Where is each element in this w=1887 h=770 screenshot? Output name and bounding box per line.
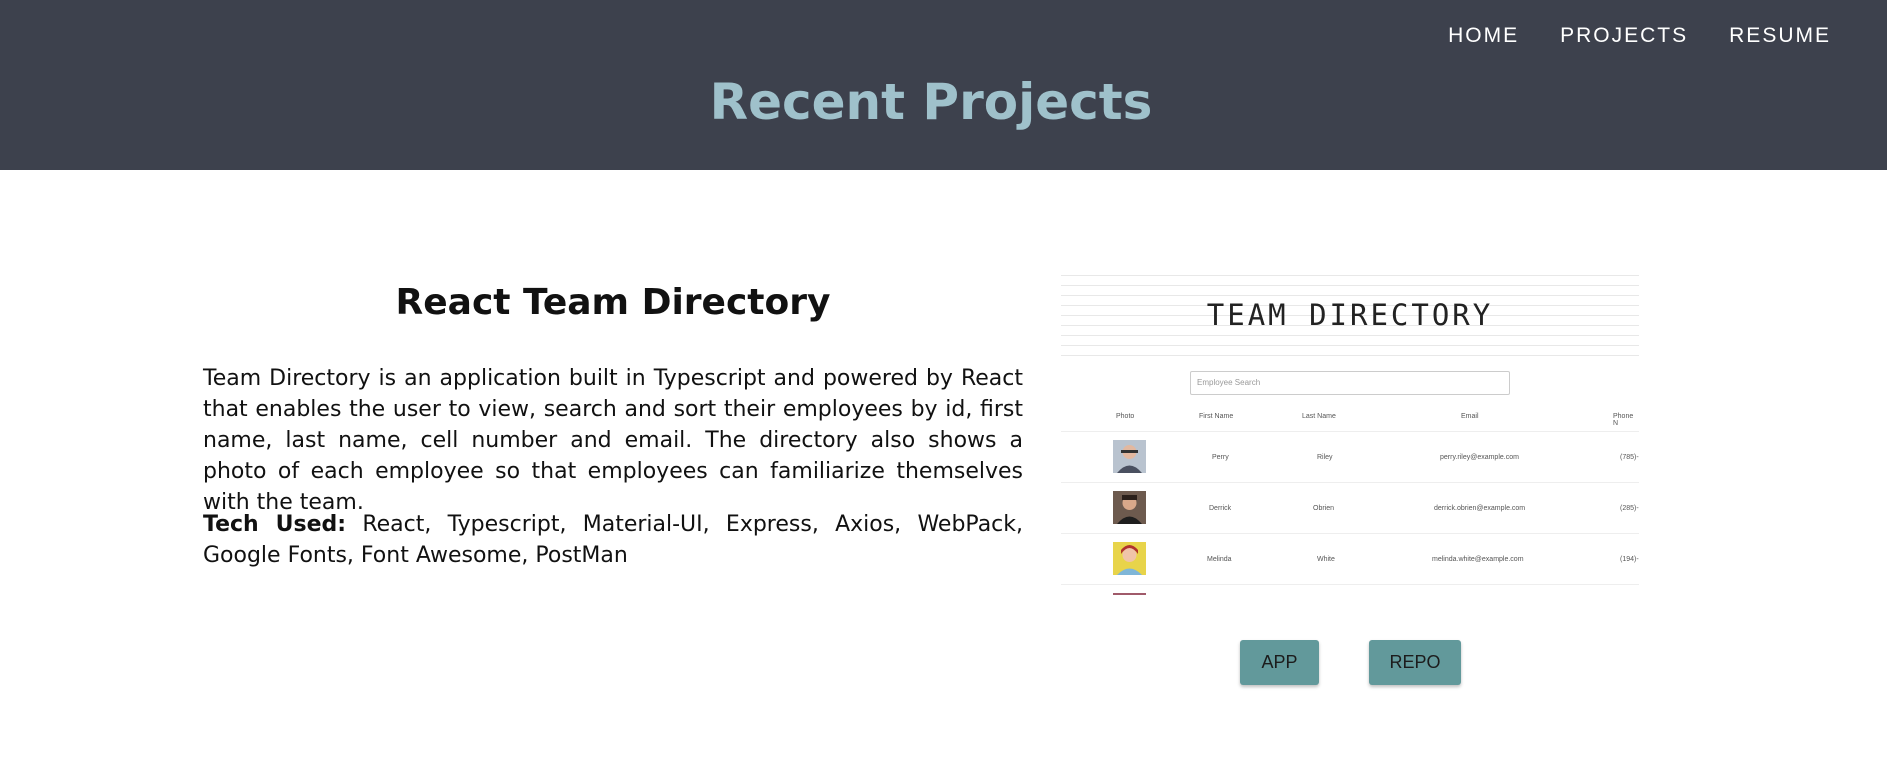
screenshot-row: Derrick Obrien derrick.obrien@example.co… xyxy=(1061,482,1639,534)
screenshot-row: Melinda White melinda.white@example.com … xyxy=(1061,533,1639,585)
repo-button[interactable]: REPO xyxy=(1369,640,1461,685)
tech-used-label: Tech Used: xyxy=(203,512,347,537)
screenshot-title: TEAM DIRECTORY xyxy=(1206,298,1494,332)
row-first-name: Melinda xyxy=(1207,556,1232,563)
screenshot-col-last-name: Last Name xyxy=(1302,413,1336,420)
employee-photo xyxy=(1113,491,1146,524)
project-screenshot: TEAM DIRECTORY Employee Search Photo Fir… xyxy=(1061,275,1639,595)
project-title: React Team Directory xyxy=(395,282,831,323)
app-button[interactable]: APP xyxy=(1240,640,1319,685)
row-last-name: Obrien xyxy=(1313,505,1335,512)
screenshot-col-photo: Photo xyxy=(1116,413,1135,420)
row-phone: (194)- xyxy=(1620,556,1639,563)
screenshot-col-phone: Phone N xyxy=(1613,413,1634,427)
screenshot-search-input: Employee Search xyxy=(1190,371,1510,395)
screenshot-row: Perry Riley perry.riley@example.com (785… xyxy=(1061,431,1639,483)
row-phone: (285)- xyxy=(1620,505,1639,512)
row-last-name: White xyxy=(1317,556,1335,563)
employee-photo xyxy=(1113,440,1146,473)
tech-used: Tech Used: React, Typescript, Material-U… xyxy=(203,509,1023,571)
row-first-name: Derrick xyxy=(1209,505,1232,512)
row-email: perry.riley@example.com xyxy=(1440,454,1519,461)
nav-resume-link[interactable]: RESUME xyxy=(1729,24,1831,48)
page-title: Recent Projects xyxy=(709,73,1153,131)
site-header: HOME PROJECTS RESUME Recent Projects xyxy=(0,0,1887,170)
screenshot-col-email: Email xyxy=(1461,413,1479,420)
employee-photo xyxy=(1113,542,1146,575)
screenshot-row xyxy=(1061,584,1639,595)
row-first-name: Perry xyxy=(1212,454,1229,461)
nav-home-link[interactable]: HOME xyxy=(1448,24,1519,48)
nav-projects-link[interactable]: PROJECTS xyxy=(1560,24,1688,48)
row-email: derrick.obrien@example.com xyxy=(1434,505,1526,512)
project-description: Team Directory is an application built i… xyxy=(203,366,1023,515)
row-last-name: Riley xyxy=(1317,454,1333,461)
main-nav: HOME PROJECTS RESUME xyxy=(1448,24,1831,48)
row-phone: (785)- xyxy=(1620,454,1639,461)
screenshot-col-first-name: First Name xyxy=(1199,413,1234,420)
employee-photo xyxy=(1113,593,1146,595)
row-email: melinda.white@example.com xyxy=(1432,556,1524,563)
